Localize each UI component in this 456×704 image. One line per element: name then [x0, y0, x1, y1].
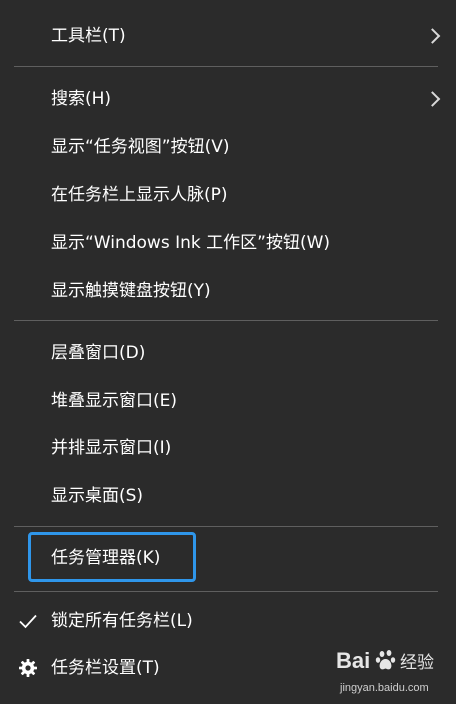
- menu-item-label: 显示“任务视图”按钮(V): [51, 137, 230, 157]
- menu-item-show-windows-ink-button[interactable]: 显示“Windows Ink 工作区”按钮(W): [0, 219, 456, 267]
- menu-item-search[interactable]: 搜索(H): [0, 75, 456, 123]
- menu-item-label: 搜索(H): [51, 89, 112, 109]
- baidu-jingyan-watermark: Bai 经验 jingyan.baidu.com: [334, 642, 450, 700]
- chevron-right-icon: [424, 91, 441, 107]
- menu-item-label: 层叠窗口(D): [51, 343, 146, 363]
- menu-item-show-desktop[interactable]: 显示桌面(S): [0, 472, 456, 520]
- menu-separator: [14, 66, 438, 67]
- menu-item-side-by-side-windows[interactable]: 并排显示窗口(I): [0, 424, 456, 472]
- watermark-site-text: jingyan.baidu.com: [340, 682, 429, 694]
- menu-item-label: 并排显示窗口(I): [51, 438, 172, 458]
- menu-item-label: 任务管理器(K): [51, 548, 161, 568]
- menu-item-toolbars[interactable]: 工具栏(T): [0, 12, 456, 60]
- baidu-logo: Bai 经验: [336, 648, 434, 673]
- menu-item-label: 堆叠显示窗口(E): [51, 391, 178, 411]
- menu-item-task-manager[interactable]: 任务管理器(K): [0, 534, 456, 582]
- menu-item-label: 显示触摸键盘按钮(Y): [51, 281, 211, 301]
- menu-item-show-task-view-button[interactable]: 显示“任务视图”按钮(V): [0, 123, 456, 171]
- menu-item-show-touch-keyboard-button[interactable]: 显示触摸键盘按钮(Y): [0, 267, 456, 315]
- menu-separator: [14, 320, 438, 321]
- menu-item-cascade-windows[interactable]: 层叠窗口(D): [0, 329, 456, 377]
- menu-item-label: 工具栏(T): [51, 26, 126, 46]
- menu-item-label: 任务栏设置(T): [51, 658, 160, 678]
- menu-item-lock-all-taskbars[interactable]: 锁定所有任务栏(L): [0, 597, 456, 645]
- menu-item-label: 在任务栏上显示人脉(P): [51, 185, 228, 205]
- menu-item-label: 显示“Windows Ink 工作区”按钮(W): [51, 233, 331, 253]
- menu-item-label: 锁定所有任务栏(L): [51, 611, 193, 631]
- checkmark-icon: [18, 611, 38, 631]
- menu-item-stack-windows[interactable]: 堆叠显示窗口(E): [0, 377, 456, 425]
- svg-text:经验: 经验: [400, 653, 434, 673]
- menu-separator: [14, 526, 438, 527]
- chevron-right-icon: [424, 28, 441, 44]
- menu-separator: [14, 591, 438, 592]
- menu-item-label: 显示桌面(S): [51, 486, 144, 506]
- gear-icon: [18, 658, 38, 678]
- menu-item-show-people[interactable]: 在任务栏上显示人脉(P): [0, 171, 456, 219]
- svg-text:Bai: Bai: [336, 648, 370, 673]
- taskbar-context-menu: 工具栏(T) 搜索(H) 显示“任务视图”按钮(V) 在任务栏上显示人脉(P) …: [0, 0, 456, 704]
